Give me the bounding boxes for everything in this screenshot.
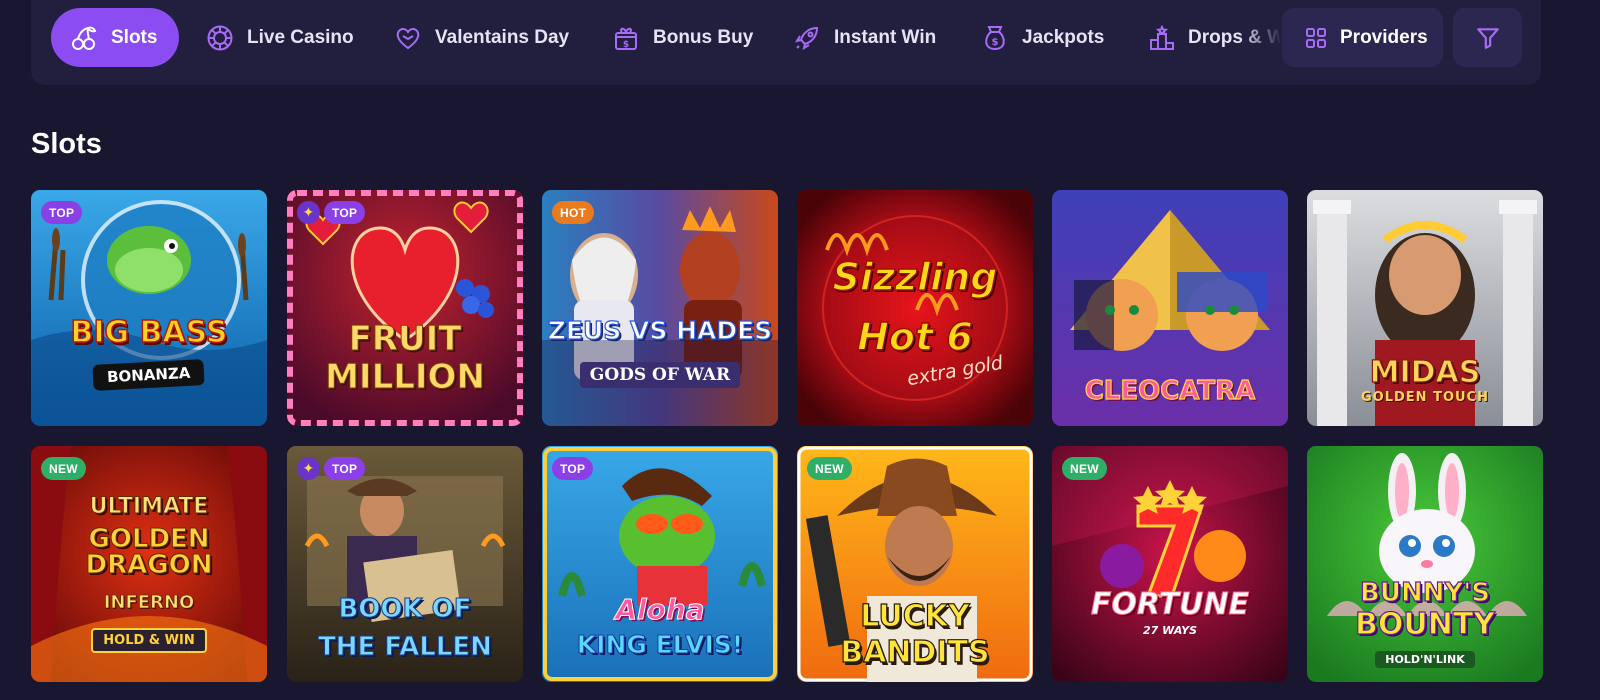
category-live-casino[interactable]: Live Casino xyxy=(205,8,354,67)
category-label: Instant Win xyxy=(834,26,937,48)
game-artwork xyxy=(31,190,267,426)
category-label: Valentains Day xyxy=(435,26,570,48)
game-title-line2: Million xyxy=(325,357,486,397)
game-title: Fruit xyxy=(348,319,462,359)
game-title-line2: King Elvis! xyxy=(576,630,744,659)
badge-new: NEW xyxy=(1062,457,1107,480)
category-valentines-day[interactable]: Valentains Day xyxy=(393,8,569,67)
game-title: Big Bass xyxy=(70,315,229,350)
game-tile-cleocatra[interactable]: Cleocatra xyxy=(1052,190,1288,426)
section-title: Slots xyxy=(31,128,102,160)
game-subtitle: Hold'n'Link xyxy=(1307,648,1543,668)
svg-text:$: $ xyxy=(623,40,629,50)
game-tile-lucky-bandits[interactable]: NEW Lucky Bandits xyxy=(797,446,1033,682)
game-title: Book of xyxy=(338,594,472,624)
category-instant-win[interactable]: Instant Win xyxy=(792,8,936,67)
category-slots[interactable]: Slots xyxy=(51,8,180,67)
game-subtitle: Golden Touch xyxy=(1361,390,1489,405)
game-title: Sizzling xyxy=(832,255,998,299)
game-artwork xyxy=(1052,446,1288,682)
badge-group: HOT xyxy=(552,201,595,224)
game-title: Midas xyxy=(1369,355,1481,390)
game-title: Ultimate xyxy=(89,494,209,519)
category-label: Jackpots xyxy=(1022,26,1105,48)
badge-hot: HOT xyxy=(552,201,595,224)
hearts-icon xyxy=(393,23,423,53)
grid-icon xyxy=(1304,26,1328,50)
badge-top: TOP xyxy=(41,201,83,224)
category-label: Live Casino xyxy=(247,26,354,48)
badge-top: TOP xyxy=(324,457,366,480)
game-subtitle: Gods of War xyxy=(542,362,778,388)
rocket-icon xyxy=(792,23,822,53)
game-title-line2: Hot 6 xyxy=(856,315,973,359)
game-title-line2: Golden Dragon xyxy=(85,524,213,580)
category-jackpots[interactable]: $ Jackpots xyxy=(980,8,1104,67)
badge-group: ✦ TOP xyxy=(297,457,366,480)
star-badge: ✦ xyxy=(297,457,320,480)
game-tile-sizzling-hot-6[interactable]: Sizzling Hot 6 extra gold xyxy=(797,190,1033,426)
game-tile-aloha-king-elvis[interactable]: TOP Aloha King Elvis! xyxy=(542,446,778,682)
game-artwork xyxy=(1307,446,1543,682)
game-title-line2: Bounty xyxy=(1354,607,1496,642)
game-tile-zeus-vs-hades[interactable]: HOT Zeus vs Hades Gods of War xyxy=(542,190,778,426)
game-artwork xyxy=(797,190,1033,426)
badge-group: NEW xyxy=(1062,457,1107,480)
category-label: Bonus Buy xyxy=(653,26,754,48)
game-title: Cleocatra xyxy=(1084,376,1256,406)
game-title-line2: Bandits xyxy=(840,635,991,670)
star-badge: ✦ xyxy=(297,201,320,224)
providers-button[interactable]: Providers xyxy=(1282,8,1443,67)
game-artwork xyxy=(542,190,778,426)
badge-top: TOP xyxy=(324,201,366,224)
badge-group: TOP xyxy=(552,457,594,480)
badge-group: NEW xyxy=(807,457,852,480)
category-bonus-buy[interactable]: $ Bonus Buy xyxy=(611,8,753,67)
category-label: Slots xyxy=(111,26,158,48)
game-subtitle: Bonanza xyxy=(31,359,267,391)
game-tile-fruit-million[interactable]: ✦ TOP Fruit Million xyxy=(287,190,523,426)
money-bag-icon: $ xyxy=(980,23,1010,53)
badge-group: NEW xyxy=(41,457,86,480)
game-tile-ultimate-golden-dragon[interactable]: NEW Ultimate Golden Dragon Inferno Hold … xyxy=(31,446,267,682)
game-tile-midas-golden-touch[interactable]: Midas Golden Touch xyxy=(1307,190,1543,426)
cherries-icon xyxy=(69,23,99,53)
providers-label: Providers xyxy=(1340,26,1428,48)
game-subtitle: Hold & Win xyxy=(31,628,267,653)
badge-new: NEW xyxy=(41,457,86,480)
game-title-line3: Inferno xyxy=(103,592,195,613)
filter-button[interactable] xyxy=(1453,8,1522,67)
game-tile-book-of-the-fallen[interactable]: ✦ TOP Book of The Fallen xyxy=(287,446,523,682)
badge-top: TOP xyxy=(552,457,594,480)
game-title: Bunny's xyxy=(1359,578,1490,608)
game-tile-bunnys-bounty[interactable]: Bunny's Bounty Hold'n'Link xyxy=(1307,446,1543,682)
badge-group: TOP xyxy=(41,201,83,224)
podium-icon xyxy=(1148,23,1176,53)
badge-new: NEW xyxy=(807,457,852,480)
category-scroll-fade xyxy=(1240,8,1282,67)
game-title-line2: The Fallen xyxy=(318,632,493,662)
badge-group: ✦ TOP xyxy=(297,201,366,224)
game-title: Lucky xyxy=(860,599,971,634)
game-title: Aloha xyxy=(615,593,705,626)
game-tile-fortune[interactable]: NEW Fortune 27 Ways xyxy=(1052,446,1288,682)
game-title: Zeus vs Hades xyxy=(547,316,773,345)
game-title: Fortune xyxy=(1090,587,1250,622)
svg-text:$: $ xyxy=(992,37,999,48)
game-subtitle: 27 Ways xyxy=(1142,624,1198,637)
gift-dollar-icon: $ xyxy=(611,23,641,53)
roulette-icon xyxy=(205,23,235,53)
filter-icon xyxy=(1475,25,1501,51)
game-tile-big-bass-bonanza[interactable]: TOP Big Bass Bonanza xyxy=(31,190,267,426)
